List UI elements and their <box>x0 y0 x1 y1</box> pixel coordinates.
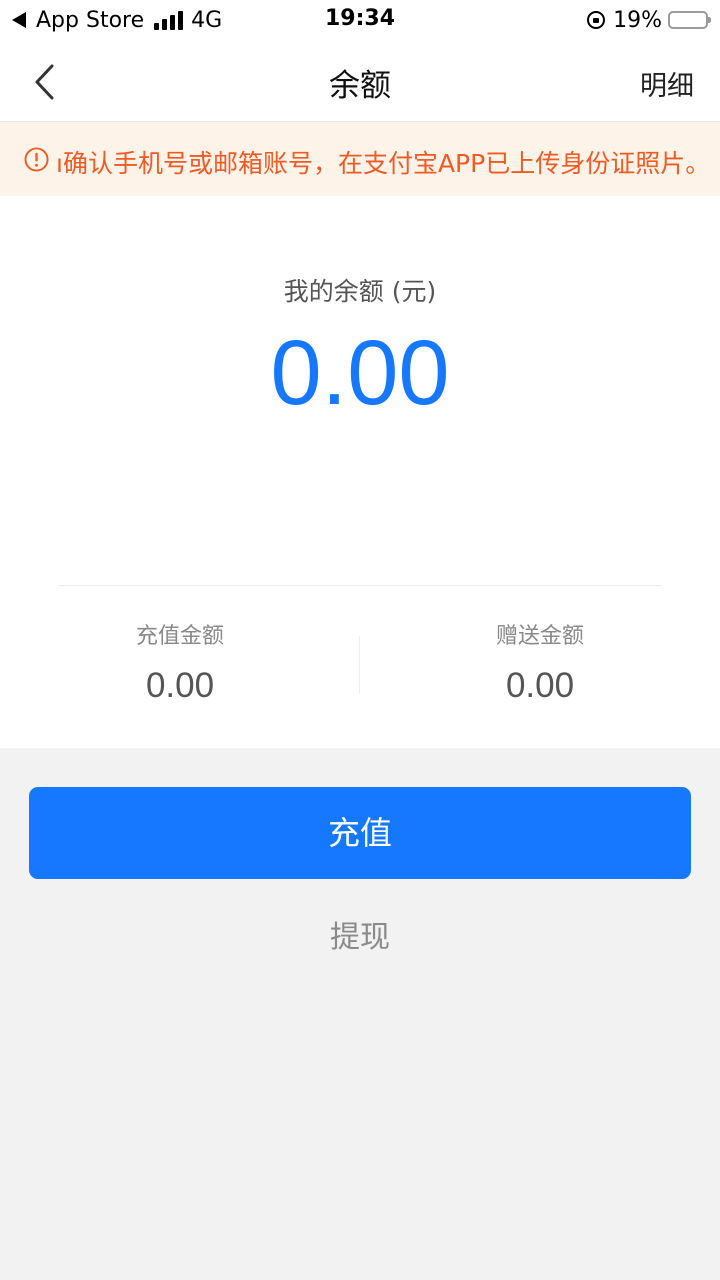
recharge-amount-block: 充值金额 0.00 <box>0 618 360 706</box>
divider <box>58 585 662 586</box>
alert-circle-icon <box>24 147 49 172</box>
orientation-lock-icon <box>587 11 606 29</box>
balance-page: App Store 4G 19:34 19% 余额 明细 ı确认手机号或邮箱账号… <box>0 0 720 1280</box>
notice-text: ı确认手机号或邮箱账号，在支付宝APP已上传身份证照片。 <box>56 149 711 178</box>
bonus-amount-block: 赠送金额 0.00 <box>360 618 720 706</box>
nav-bar: 余额 明细 <box>0 40 720 122</box>
bonus-amount-value: 0.00 <box>505 666 575 705</box>
battery-percent: 19% <box>613 7 662 33</box>
recharge-amount-label: 充值金额 <box>135 624 224 649</box>
page-title: 余额 <box>329 68 391 104</box>
notice-banner[interactable]: ı确认手机号或邮箱账号，在支付宝APP已上传身份证照片。 <box>0 122 720 196</box>
status-bar: App Store 4G 19:34 19% <box>0 0 720 40</box>
battery-icon <box>668 11 711 29</box>
balance-card: 我的余额 (元) 0.00 充值金额 0.00 赠送金额 0.00 <box>0 196 720 748</box>
balance-value: 0.00 <box>270 322 450 424</box>
bonus-amount-label: 赠送金额 <box>495 624 584 649</box>
status-right: 19% <box>587 6 711 34</box>
recharge-amount-value: 0.00 <box>145 666 215 705</box>
withdraw-button[interactable]: 提现 <box>0 912 720 956</box>
balance-label: 我的余额 (元) <box>283 277 437 306</box>
recharge-button[interactable]: 充值 <box>29 787 691 879</box>
detail-link[interactable]: 明细 <box>640 64 694 103</box>
